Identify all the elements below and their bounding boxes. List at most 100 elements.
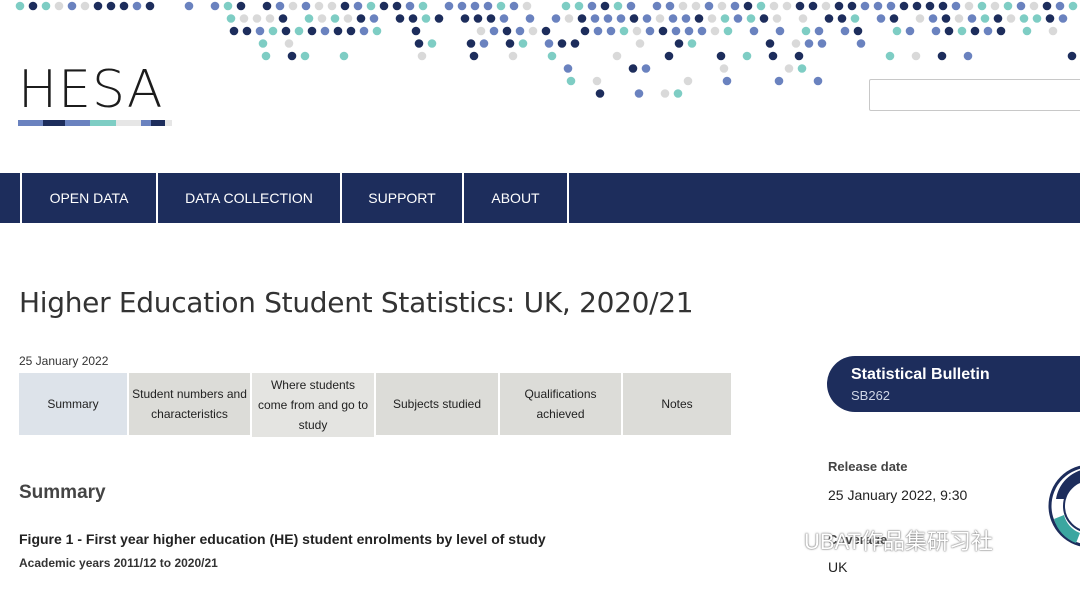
decorative-dot: [876, 14, 886, 23]
decorative-dot: [853, 26, 863, 36]
decorative-dot: [613, 1, 623, 11]
nav-label: OPEN DATA: [49, 190, 129, 206]
decorative-dot: [635, 39, 645, 48]
decorative-dot: [704, 1, 714, 11]
decorative-dot: [798, 14, 808, 23]
decorative-dot: [486, 14, 496, 23]
decorative-dot: [996, 26, 1006, 36]
decorative-dot: [278, 14, 288, 23]
decorative-dot: [664, 51, 674, 61]
decorative-dot: [697, 26, 707, 36]
decorative-dot: [723, 26, 733, 36]
decorative-dot: [226, 14, 236, 23]
nav-label: DATA COLLECTION: [185, 190, 313, 206]
tab-label: Summary: [47, 397, 99, 411]
tab-student-numbers[interactable]: Student numbers and characteristics: [129, 373, 250, 435]
decorative-dot: [300, 51, 310, 61]
decorative-dot: [957, 26, 967, 36]
decorative-dot: [628, 64, 638, 73]
decorative-dot: [541, 26, 551, 36]
nav-item-open-data[interactable]: OPEN DATA: [20, 173, 156, 223]
decorative-dot: [931, 26, 941, 36]
logo-bar-segment: [65, 120, 90, 126]
decorative-dot: [255, 26, 265, 36]
decorative-dot: [970, 26, 980, 36]
logo-bar-segment: [165, 120, 172, 126]
decorative-dot: [612, 51, 622, 61]
tab-qualifications[interactable]: Qualifications achieved: [500, 373, 621, 435]
decorative-dot: [619, 26, 629, 36]
decorative-dot: [980, 14, 990, 23]
decorative-dot: [67, 1, 77, 11]
decorative-dot: [1048, 26, 1058, 36]
decorative-dot: [304, 14, 314, 23]
decorative-dot: [93, 1, 103, 11]
decorative-dot: [281, 26, 291, 36]
decorative-dot: [275, 1, 285, 11]
decorative-dot: [499, 14, 509, 23]
logo-bar-segment: [90, 120, 116, 126]
decorative-dot: [626, 1, 636, 11]
decorative-dot: [892, 26, 902, 36]
decorative-dot: [1032, 14, 1042, 23]
decorative-dot: [408, 14, 418, 23]
decorative-dot: [964, 1, 974, 11]
decorative-dot: [28, 1, 38, 11]
decorative-dot: [873, 1, 883, 11]
decorative-dot: [746, 14, 756, 23]
decorative-dot: [671, 26, 681, 36]
decorative-dot: [655, 14, 665, 23]
tab-where-students[interactable]: Where students come from and go to study: [252, 373, 374, 437]
decorative-dot: [356, 14, 366, 23]
decorative-dot: [634, 89, 644, 98]
decorative-dot: [405, 1, 415, 11]
decorative-dot: [483, 1, 493, 11]
nav-item-about[interactable]: ABOUT: [462, 173, 569, 223]
decorative-dot: [797, 64, 807, 73]
decorative-dot: [515, 26, 525, 36]
decorative-dot: [795, 1, 805, 11]
search-input[interactable]: [869, 79, 1080, 111]
decorative-dot: [632, 26, 642, 36]
nav-item-data-collection[interactable]: DATA COLLECTION: [156, 173, 340, 223]
decorative-dot: [268, 26, 278, 36]
decorative-dot: [756, 1, 766, 11]
decorative-dot: [525, 14, 535, 23]
decorative-dot: [743, 1, 753, 11]
badge-code: SB262: [851, 388, 891, 403]
tab-notes[interactable]: Notes: [623, 373, 731, 435]
decorative-dot: [794, 51, 804, 61]
decorative-dot: [856, 39, 866, 48]
decorative-dot: [327, 1, 337, 11]
decorative-dot: [427, 39, 437, 48]
decorative-dot: [840, 26, 850, 36]
tab-label: Student numbers and characteristics: [132, 387, 247, 421]
decorative-dot: [551, 14, 561, 23]
tab-summary[interactable]: Summary: [19, 373, 127, 435]
decorative-dot: [944, 26, 954, 36]
decorative-dot: [252, 14, 262, 23]
coverage-value: UK: [828, 559, 848, 575]
decorative-dot: [119, 1, 129, 11]
decorative-dot: [1022, 26, 1032, 36]
decorative-dot: [434, 14, 444, 23]
decorative-dot: [707, 14, 717, 23]
nav-label: ABOUT: [491, 190, 540, 206]
decorative-dot: [1019, 14, 1029, 23]
decorative-dot: [977, 1, 987, 11]
decorative-dot: [340, 1, 350, 11]
nav-item-support[interactable]: SUPPORT: [340, 173, 462, 223]
hesa-logo[interactable]: HESA: [18, 62, 172, 126]
decorative-dot: [1067, 51, 1077, 61]
wechat-icon: [762, 527, 797, 552]
decorative-dot: [951, 1, 961, 11]
decorative-dot: [242, 26, 252, 36]
decorative-dot: [749, 26, 759, 36]
logo-bar-segment: [141, 120, 151, 126]
decorative-dot: [912, 1, 922, 11]
release-date-value: 25 January 2022, 9:30: [828, 487, 968, 503]
decorative-dot: [595, 89, 605, 98]
tab-subjects-studied[interactable]: Subjects studied: [376, 373, 498, 435]
decorative-dot: [505, 39, 515, 48]
decorative-dot: [229, 26, 239, 36]
